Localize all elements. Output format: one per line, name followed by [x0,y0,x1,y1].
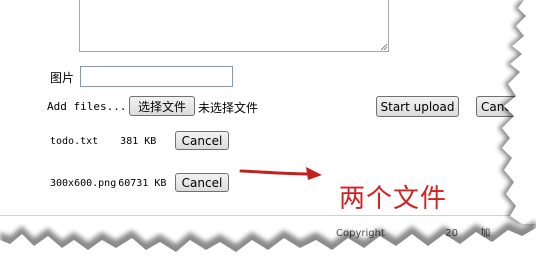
torn-edge-decoration [0,0,536,268]
screenshot-page: 图片 Add files... 选择文件 未选择文件 Start upload … [0,0,536,268]
